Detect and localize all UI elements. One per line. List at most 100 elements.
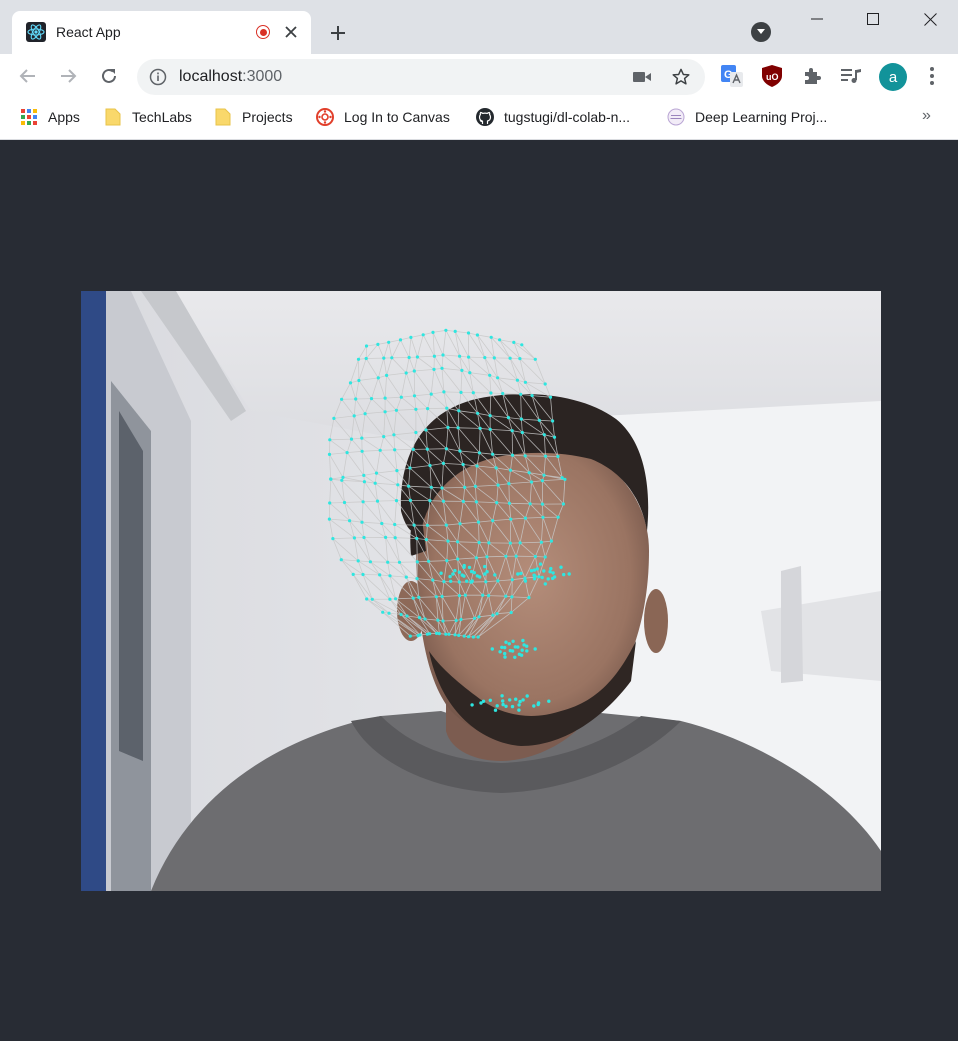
site-info-icon[interactable] xyxy=(149,68,167,86)
mesh-point xyxy=(495,704,499,708)
mesh-point xyxy=(508,468,513,472)
mesh-point xyxy=(441,353,445,357)
mesh-point xyxy=(362,473,366,477)
bookmark-apps[interactable]: Apps xyxy=(20,107,80,127)
tab-search-icon[interactable] xyxy=(751,22,771,42)
mesh-point xyxy=(537,418,541,422)
tab-react-app[interactable]: React App xyxy=(12,11,311,54)
mesh-point xyxy=(424,428,428,432)
mesh-point xyxy=(489,335,493,339)
mesh-point xyxy=(362,480,366,484)
recording-indicator-icon xyxy=(256,25,270,39)
address-bar[interactable]: localhost:3000 xyxy=(137,59,705,95)
mesh-point xyxy=(440,366,444,370)
new-tab-button[interactable] xyxy=(326,21,350,45)
mesh-point xyxy=(387,611,391,615)
mesh-point xyxy=(521,698,525,702)
mesh-point xyxy=(528,502,532,506)
mesh-point xyxy=(533,574,537,578)
mesh-point xyxy=(510,578,514,582)
mesh-point xyxy=(363,412,367,416)
mesh-point xyxy=(461,499,465,503)
close-tab-icon[interactable] xyxy=(282,23,300,41)
mesh-point xyxy=(504,554,508,558)
mesh-point xyxy=(508,648,512,653)
mesh-point xyxy=(523,454,527,458)
mesh-point xyxy=(498,338,502,342)
apps-grid-icon xyxy=(20,108,38,126)
mesh-point xyxy=(446,425,450,430)
bookmark-label: Log In to Canvas xyxy=(344,109,450,125)
mesh-point xyxy=(475,464,479,468)
extensions-puzzle-icon[interactable] xyxy=(801,65,823,87)
mesh-point xyxy=(432,367,436,371)
mesh-point xyxy=(348,381,353,385)
site-icon xyxy=(667,108,685,126)
mesh-point xyxy=(436,618,440,622)
mesh-point xyxy=(444,447,448,451)
bookmark-label: Apps xyxy=(48,109,80,125)
camera-in-use-icon[interactable] xyxy=(633,68,651,86)
mesh-point xyxy=(407,484,411,488)
mesh-point xyxy=(500,694,504,698)
mesh-point xyxy=(457,570,462,574)
mesh-point xyxy=(375,499,380,503)
mesh-point xyxy=(535,567,539,571)
mesh-point xyxy=(475,333,479,337)
bookmark-canvas[interactable]: Log In to Canvas xyxy=(316,107,450,127)
bookmark-techlabs[interactable]: TechLabs xyxy=(104,107,192,127)
mesh-point xyxy=(518,357,522,361)
close-window-button[interactable] xyxy=(910,6,950,32)
minimize-button[interactable] xyxy=(797,6,837,32)
mesh-point xyxy=(425,447,429,451)
mesh-point xyxy=(549,539,553,543)
mesh-point xyxy=(540,502,544,506)
mesh-point xyxy=(369,397,374,401)
mesh-edge xyxy=(371,397,386,399)
canvas-icon xyxy=(316,108,334,126)
forward-button[interactable] xyxy=(56,64,80,88)
bookmark-star-icon[interactable] xyxy=(672,68,690,86)
google-translate-icon[interactable]: G xyxy=(721,65,743,87)
mesh-point xyxy=(383,396,387,400)
bookmark-deep-learning[interactable]: Deep Learning Proj... xyxy=(667,107,827,127)
mesh-point xyxy=(495,501,499,505)
mesh-point xyxy=(411,447,415,451)
mesh-point xyxy=(475,574,479,578)
back-button[interactable] xyxy=(16,64,40,88)
bookmarks-overflow-button[interactable]: » xyxy=(922,107,931,125)
mesh-point xyxy=(539,540,543,544)
mesh-point xyxy=(541,515,545,519)
mesh-point xyxy=(442,580,446,584)
mesh-point xyxy=(426,407,430,411)
mesh-point xyxy=(517,708,521,712)
bookmark-github[interactable]: tugstugi/dl-colab-n... xyxy=(476,107,630,127)
mesh-edge xyxy=(443,391,462,393)
mesh-point xyxy=(387,340,391,344)
maximize-button[interactable] xyxy=(853,6,893,32)
mesh-point xyxy=(384,535,388,539)
mesh-point xyxy=(477,540,481,545)
reload-button[interactable] xyxy=(97,64,121,88)
mesh-point xyxy=(339,558,343,562)
mesh-point xyxy=(474,500,478,504)
mesh-point xyxy=(521,638,525,643)
mesh-point xyxy=(345,451,349,455)
mesh-point xyxy=(376,342,380,346)
chrome-menu-icon[interactable] xyxy=(921,65,943,87)
ublock-origin-icon[interactable]: uO xyxy=(761,65,783,87)
mesh-edge xyxy=(486,555,506,558)
mesh-point xyxy=(415,536,419,541)
mesh-point xyxy=(467,565,472,570)
mesh-point xyxy=(382,356,386,360)
mesh-point xyxy=(473,484,477,488)
mesh-point xyxy=(388,597,392,601)
media-control-icon[interactable] xyxy=(840,65,862,87)
mesh-point xyxy=(491,613,495,617)
mesh-edge xyxy=(468,356,485,358)
mesh-point xyxy=(352,536,356,540)
mesh-point xyxy=(530,394,534,398)
bookmark-projects[interactable]: Projects xyxy=(214,107,293,127)
profile-avatar[interactable]: a xyxy=(879,63,907,91)
mesh-point xyxy=(495,612,499,616)
